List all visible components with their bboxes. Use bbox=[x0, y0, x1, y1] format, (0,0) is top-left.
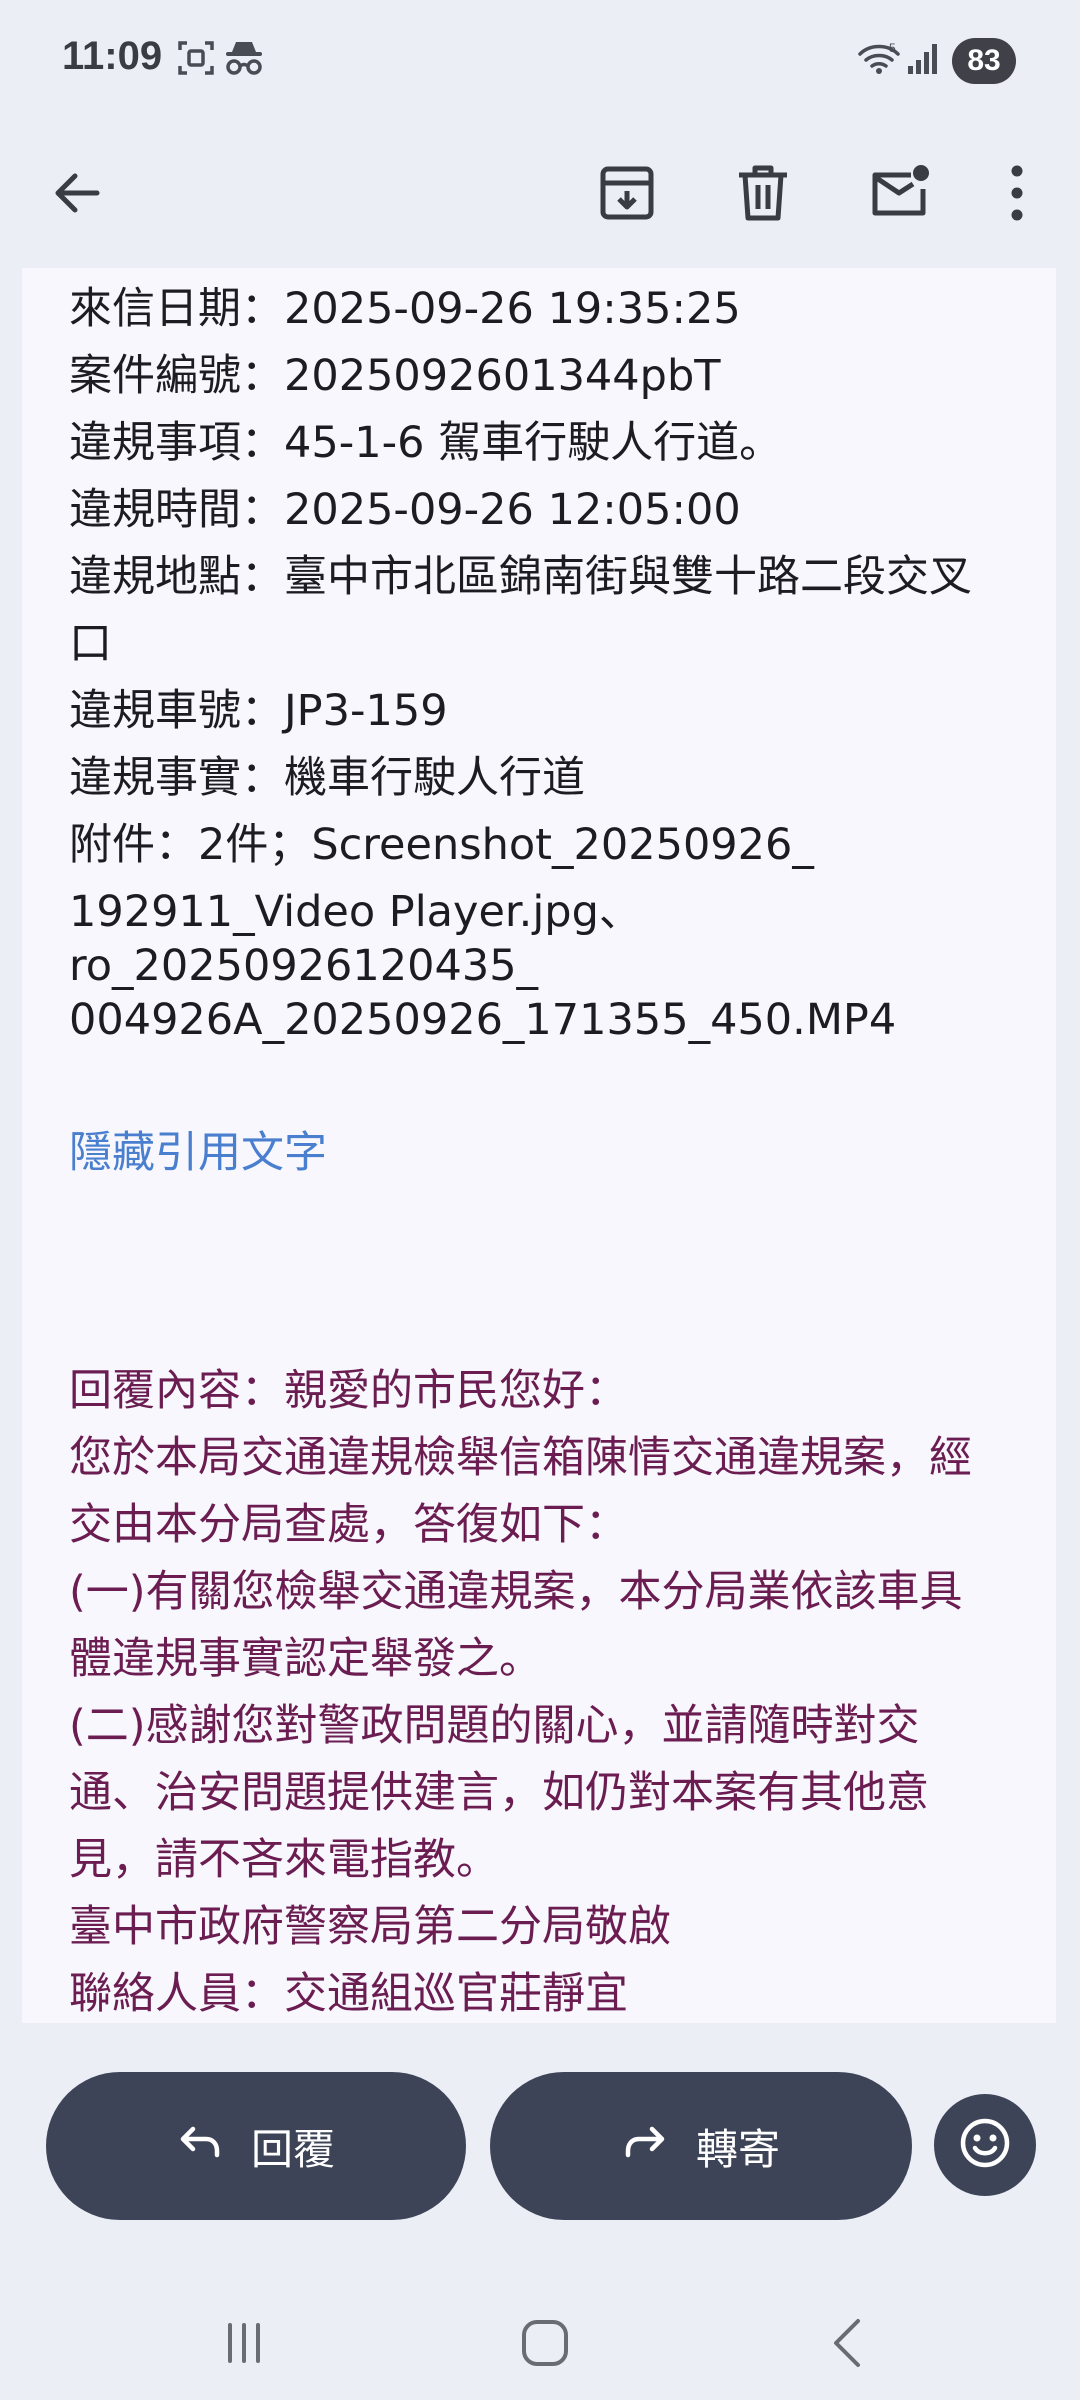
email-line-attachment-cont: ro_20250926120435_ bbox=[69, 941, 539, 991]
reply-label: 回覆 bbox=[250, 2124, 335, 2174]
forward-label: 轉寄 bbox=[695, 2124, 780, 2174]
smiley-icon bbox=[958, 2116, 1012, 2174]
reply-line: 見，請不吝來電指教。 bbox=[69, 1835, 499, 1885]
email-line-violation-fact: 違規事實：機車行駛人行道 bbox=[69, 753, 585, 803]
delete-icon bbox=[735, 163, 791, 227]
reply-button[interactable]: 回覆 bbox=[46, 2072, 466, 2220]
back-nav-button[interactable] bbox=[808, 2310, 888, 2380]
reply-line: 體違規事實認定舉發之。 bbox=[69, 1634, 542, 1684]
battery-indicator: 83 bbox=[952, 38, 1016, 84]
recent-apps-icon bbox=[220, 2319, 268, 2371]
more-options-button[interactable] bbox=[972, 150, 1062, 240]
reply-line: 通、治安問題提供建言，如仍對本案有其他意 bbox=[69, 1768, 929, 1818]
app-bar bbox=[0, 124, 1080, 264]
email-line-attachment: 附件：2件；Screenshot_20250926_ bbox=[69, 820, 814, 870]
email-body[interactable]: 來信日期：2025-09-26 19:35:25 案件編號：2025092601… bbox=[22, 268, 1056, 2023]
recent-apps-button[interactable] bbox=[204, 2310, 284, 2380]
wifi-icon: 5 bbox=[856, 38, 902, 82]
forward-button[interactable]: 轉寄 bbox=[490, 2072, 912, 2220]
emoji-reaction-button[interactable] bbox=[934, 2094, 1036, 2196]
reply-line: 臺中市政府警察局第二分局敬啟 bbox=[69, 1902, 671, 1952]
status-time: 11:09 bbox=[62, 34, 163, 78]
status-bar: 11:09 5 83 bbox=[0, 0, 1080, 124]
reply-line: 回覆內容：親愛的市民您好： bbox=[69, 1366, 628, 1416]
reply-icon bbox=[177, 2121, 223, 2171]
svg-text:5: 5 bbox=[889, 41, 896, 55]
delete-button[interactable] bbox=[718, 150, 808, 240]
email-line-plate: 違規車號：JP3-159 bbox=[69, 686, 448, 736]
bottom-actions: 回覆 轉寄 bbox=[0, 2060, 1080, 2220]
reply-line: (二)感謝您對警政問題的關心，並請隨時對交 bbox=[69, 1701, 920, 1751]
email-line-attachment-cont: 004926A_20250926_171355_450.MP4 bbox=[69, 995, 897, 1045]
email-line-attachment-cont: 192911_Video Player.jpg、 bbox=[69, 887, 642, 937]
reply-line: (一)有關您檢舉交通違規案，本分局業依該車具 bbox=[69, 1567, 963, 1617]
forward-icon bbox=[622, 2121, 668, 2171]
hide-quoted-text-link[interactable]: 隱藏引用文字 bbox=[69, 1126, 327, 1180]
email-line-violation-time: 違規時間：2025-09-26 12:05:00 bbox=[69, 485, 741, 535]
back-arrow-icon bbox=[49, 165, 105, 225]
email-line-violation-item: 違規事項：45-1-6 駕車行駛人行道。 bbox=[69, 418, 783, 468]
reply-line: 聯絡人員：交通組巡官莊靜宜 bbox=[69, 1969, 628, 2019]
email-line-violation-location: 違規地點：臺中市北區錦南街與雙十路二段交叉 bbox=[69, 552, 972, 602]
home-icon bbox=[519, 2317, 571, 2373]
incognito-icon bbox=[222, 38, 266, 82]
back-button[interactable] bbox=[32, 150, 122, 240]
signal-icon bbox=[906, 38, 940, 82]
email-line-violation-location-cont: 口 bbox=[69, 619, 112, 669]
home-button[interactable] bbox=[505, 2310, 585, 2380]
archive-icon bbox=[597, 163, 657, 227]
system-nav-bar bbox=[0, 2280, 1080, 2400]
archive-button[interactable] bbox=[582, 150, 672, 240]
more-vert-icon bbox=[1007, 163, 1027, 227]
screenshot-icon bbox=[176, 38, 216, 82]
reply-line: 您於本局交通違規檢舉信箱陳情交通違規案，經 bbox=[69, 1433, 972, 1483]
mark-unread-button[interactable] bbox=[854, 150, 944, 240]
back-chevron-icon bbox=[828, 2317, 868, 2373]
reply-line: 交由本分局查處，答復如下： bbox=[69, 1500, 628, 1550]
email-line-case-number: 案件編號：2025092601344pbT bbox=[69, 351, 721, 401]
email-line-date: 來信日期：2025-09-26 19:35:25 bbox=[69, 284, 741, 334]
mark-unread-icon bbox=[867, 163, 931, 227]
